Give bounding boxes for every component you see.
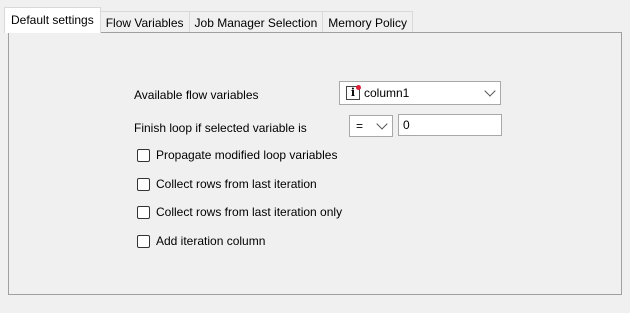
chevron-down-icon <box>484 85 496 97</box>
tab-job-manager-selection[interactable]: Job Manager Selection <box>188 11 324 33</box>
flow-variable-icon: i <box>346 85 361 100</box>
propagate-modified-loop-variables-checkbox[interactable]: Propagate modified loop variables <box>137 148 337 162</box>
checkbox-box[interactable] <box>137 148 150 162</box>
collect-rows-last-iteration-checkbox[interactable]: Collect rows from last iteration <box>137 177 317 191</box>
operator-select[interactable]: = <box>349 115 393 137</box>
checkbox-box[interactable] <box>137 205 150 219</box>
checkbox-label: Propagate modified loop variables <box>156 148 338 162</box>
tab-memory-policy[interactable]: Memory Policy <box>322 11 413 33</box>
tab-flow-variables[interactable]: Flow Variables <box>99 11 190 33</box>
tab-default-settings[interactable]: Default settings <box>4 7 101 33</box>
chevron-down-icon <box>376 118 388 130</box>
finish-loop-label: Finish loop if selected variable is <box>134 121 307 135</box>
available-flow-variables-select[interactable]: i column1 <box>339 81 501 105</box>
available-flow-variables-value: column1 <box>364 86 410 100</box>
checkbox-box[interactable] <box>137 177 150 191</box>
add-iteration-column-checkbox[interactable]: Add iteration column <box>137 234 265 248</box>
tab-bar: Default settings Flow Variables Job Mana… <box>4 7 413 33</box>
available-flow-variables-label: Available flow variables <box>134 88 259 102</box>
checkbox-label: Add iteration column <box>156 234 266 248</box>
checkbox-label: Collect rows from last iteration <box>156 177 317 191</box>
checkbox-box[interactable] <box>137 234 150 248</box>
collect-rows-last-iteration-only-checkbox[interactable]: Collect rows from last iteration only <box>137 205 342 219</box>
finish-value-input[interactable]: 0 <box>398 114 502 136</box>
operator-value: = <box>356 119 364 133</box>
checkbox-label: Collect rows from last iteration only <box>156 205 343 219</box>
settings-panel: Available flow variables i column1 Finis… <box>8 32 622 295</box>
